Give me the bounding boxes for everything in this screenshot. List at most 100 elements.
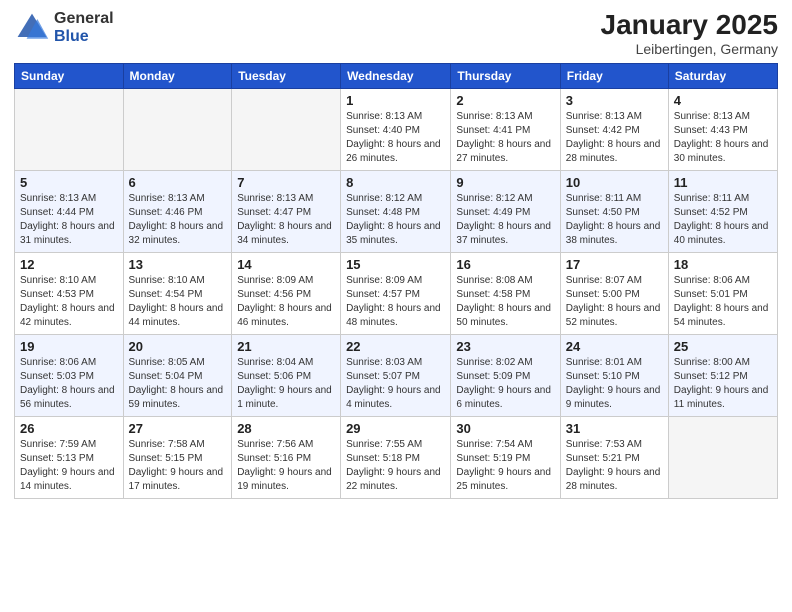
day-number: 13 bbox=[129, 257, 227, 272]
week-row-3: 12 Sunrise: 8:10 AM Sunset: 4:53 PM Dayli… bbox=[15, 252, 778, 334]
day-info: Sunrise: 8:11 AM Sunset: 4:52 PM Dayligh… bbox=[674, 192, 772, 248]
day-info: Sunrise: 8:01 AM Sunset: 5:10 PM Dayligh… bbox=[566, 356, 663, 412]
day-info: Sunrise: 8:09 AM Sunset: 4:56 PM Dayligh… bbox=[237, 274, 335, 330]
day-info: Sunrise: 7:54 AM Sunset: 5:19 PM Dayligh… bbox=[456, 438, 554, 494]
calendar: SundayMondayTuesdayWednesdayThursdayFrid… bbox=[14, 63, 778, 499]
day-info: Sunrise: 8:10 AM Sunset: 4:53 PM Dayligh… bbox=[20, 274, 118, 330]
calendar-cell: 15Sunrise: 8:09 AM Sunset: 4:57 PM Dayli… bbox=[341, 252, 451, 334]
calendar-cell: 25 Sunrise: 8:00 AM Sunset: 5:12 PM Dayli… bbox=[668, 334, 777, 416]
calendar-cell: 11 Sunrise: 8:11 AM Sunset: 4:52 PM Dayli… bbox=[668, 170, 777, 252]
day-number: 10 bbox=[566, 175, 663, 190]
day-number: 22 bbox=[346, 339, 445, 354]
weekday-tuesday: Tuesday bbox=[232, 63, 341, 88]
day-number: 1 bbox=[346, 93, 445, 108]
day-number: 25 bbox=[674, 339, 772, 354]
day-number: 6 bbox=[129, 175, 227, 190]
day-number: 31 bbox=[566, 421, 663, 436]
calendar-cell bbox=[232, 88, 341, 170]
day-info: Sunrise: 8:07 AM Sunset: 5:00 PM Dayligh… bbox=[566, 274, 663, 330]
day-number: 23 bbox=[456, 339, 554, 354]
day-info: Sunrise: 8:13 AM Sunset: 4:41 PM Dayligh… bbox=[456, 110, 554, 166]
weekday-monday: Monday bbox=[123, 63, 232, 88]
calendar-cell: 2 Sunrise: 8:13 AM Sunset: 4:41 PM Daylig… bbox=[451, 88, 560, 170]
day-info: Sunrise: 8:05 AM Sunset: 5:04 PM Dayligh… bbox=[129, 356, 227, 412]
day-number: 19 bbox=[20, 339, 118, 354]
day-info: Sunrise: 7:56 AM Sunset: 5:16 PM Dayligh… bbox=[237, 438, 335, 494]
calendar-cell: 22Sunrise: 8:03 AM Sunset: 5:07 PM Dayli… bbox=[341, 334, 451, 416]
month-title: January 2025 bbox=[601, 10, 778, 41]
day-info: Sunrise: 8:06 AM Sunset: 5:01 PM Dayligh… bbox=[674, 274, 772, 330]
day-info: Sunrise: 8:12 AM Sunset: 4:49 PM Dayligh… bbox=[456, 192, 554, 248]
weekday-thursday: Thursday bbox=[451, 63, 560, 88]
calendar-cell: 20 Sunrise: 8:05 AM Sunset: 5:04 PM Dayli… bbox=[123, 334, 232, 416]
day-info: Sunrise: 8:00 AM Sunset: 5:12 PM Dayligh… bbox=[674, 356, 772, 412]
calendar-cell: 26Sunrise: 7:59 AM Sunset: 5:13 PM Dayli… bbox=[15, 416, 124, 498]
logo-text: General Blue bbox=[54, 10, 114, 45]
day-number: 28 bbox=[237, 421, 335, 436]
day-number: 4 bbox=[674, 93, 772, 108]
day-number: 18 bbox=[674, 257, 772, 272]
location-title: Leibertingen, Germany bbox=[601, 41, 778, 57]
logo-general: General bbox=[54, 10, 114, 28]
day-number: 16 bbox=[456, 257, 554, 272]
day-number: 20 bbox=[129, 339, 227, 354]
calendar-cell: 23 Sunrise: 8:02 AM Sunset: 5:09 PM Dayli… bbox=[451, 334, 560, 416]
calendar-cell: 8 Sunrise: 8:12 AM Sunset: 4:48 PM Daylig… bbox=[341, 170, 451, 252]
day-number: 7 bbox=[237, 175, 335, 190]
header: General Blue January 2025 Leibertingen, … bbox=[14, 10, 778, 57]
week-row-5: 26Sunrise: 7:59 AM Sunset: 5:13 PM Dayli… bbox=[15, 416, 778, 498]
logo: General Blue bbox=[14, 10, 114, 46]
calendar-cell: 30 Sunrise: 7:54 AM Sunset: 5:19 PM Dayli… bbox=[451, 416, 560, 498]
day-number: 14 bbox=[237, 257, 335, 272]
weekday-wednesday: Wednesday bbox=[341, 63, 451, 88]
day-info: Sunrise: 8:12 AM Sunset: 4:48 PM Dayligh… bbox=[346, 192, 445, 248]
day-info: Sunrise: 8:13 AM Sunset: 4:46 PM Dayligh… bbox=[129, 192, 227, 248]
calendar-cell bbox=[668, 416, 777, 498]
day-number: 21 bbox=[237, 339, 335, 354]
title-block: January 2025 Leibertingen, Germany bbox=[601, 10, 778, 57]
calendar-cell: 18 Sunrise: 8:06 AM Sunset: 5:01 PM Dayli… bbox=[668, 252, 777, 334]
day-info: Sunrise: 8:11 AM Sunset: 4:50 PM Dayligh… bbox=[566, 192, 663, 248]
weekday-friday: Friday bbox=[560, 63, 668, 88]
calendar-cell bbox=[15, 88, 124, 170]
calendar-cell bbox=[123, 88, 232, 170]
calendar-cell: 17 Sunrise: 8:07 AM Sunset: 5:00 PM Dayli… bbox=[560, 252, 668, 334]
calendar-cell: 19 Sunrise: 8:06 AM Sunset: 5:03 PM Dayli… bbox=[15, 334, 124, 416]
day-info: Sunrise: 8:13 AM Sunset: 4:44 PM Dayligh… bbox=[20, 192, 118, 248]
day-number: 27 bbox=[129, 421, 227, 436]
day-number: 30 bbox=[456, 421, 554, 436]
day-number: 2 bbox=[456, 93, 554, 108]
day-info: Sunrise: 7:55 AM Sunset: 5:18 PM Dayligh… bbox=[346, 438, 445, 494]
calendar-cell: 21 Sunrise: 8:04 AM Sunset: 5:06 PM Dayli… bbox=[232, 334, 341, 416]
calendar-cell: 14 Sunrise: 8:09 AM Sunset: 4:56 PM Dayli… bbox=[232, 252, 341, 334]
calendar-cell: 9 Sunrise: 8:12 AM Sunset: 4:49 PM Daylig… bbox=[451, 170, 560, 252]
day-number: 17 bbox=[566, 257, 663, 272]
day-number: 12 bbox=[20, 257, 118, 272]
weekday-sunday: Sunday bbox=[15, 63, 124, 88]
day-number: 29 bbox=[346, 421, 445, 436]
weekday-saturday: Saturday bbox=[668, 63, 777, 88]
week-row-1: 1 Sunrise: 8:13 AM Sunset: 4:40 PM Daylig… bbox=[15, 88, 778, 170]
day-info: Sunrise: 8:06 AM Sunset: 5:03 PM Dayligh… bbox=[20, 356, 118, 412]
calendar-cell: 5Sunrise: 8:13 AM Sunset: 4:44 PM Daylig… bbox=[15, 170, 124, 252]
day-info: Sunrise: 7:58 AM Sunset: 5:15 PM Dayligh… bbox=[129, 438, 227, 494]
calendar-cell: 31 Sunrise: 7:53 AM Sunset: 5:21 PM Dayli… bbox=[560, 416, 668, 498]
day-number: 11 bbox=[674, 175, 772, 190]
day-info: Sunrise: 8:08 AM Sunset: 4:58 PM Dayligh… bbox=[456, 274, 554, 330]
week-row-2: 5Sunrise: 8:13 AM Sunset: 4:44 PM Daylig… bbox=[15, 170, 778, 252]
day-number: 9 bbox=[456, 175, 554, 190]
day-info: Sunrise: 8:13 AM Sunset: 4:40 PM Dayligh… bbox=[346, 110, 445, 166]
day-number: 24 bbox=[566, 339, 663, 354]
calendar-cell: 7Sunrise: 8:13 AM Sunset: 4:47 PM Daylig… bbox=[232, 170, 341, 252]
calendar-cell: 1 Sunrise: 8:13 AM Sunset: 4:40 PM Daylig… bbox=[341, 88, 451, 170]
day-info: Sunrise: 8:04 AM Sunset: 5:06 PM Dayligh… bbox=[237, 356, 335, 412]
day-info: Sunrise: 7:53 AM Sunset: 5:21 PM Dayligh… bbox=[566, 438, 663, 494]
day-info: Sunrise: 8:02 AM Sunset: 5:09 PM Dayligh… bbox=[456, 356, 554, 412]
day-number: 8 bbox=[346, 175, 445, 190]
day-info: Sunrise: 8:13 AM Sunset: 4:43 PM Dayligh… bbox=[674, 110, 772, 166]
calendar-cell: 16 Sunrise: 8:08 AM Sunset: 4:58 PM Dayli… bbox=[451, 252, 560, 334]
calendar-cell: 13Sunrise: 8:10 AM Sunset: 4:54 PM Dayli… bbox=[123, 252, 232, 334]
calendar-cell: 6 Sunrise: 8:13 AM Sunset: 4:46 PM Daylig… bbox=[123, 170, 232, 252]
weekday-header-row: SundayMondayTuesdayWednesdayThursdayFrid… bbox=[15, 63, 778, 88]
day-info: Sunrise: 8:09 AM Sunset: 4:57 PM Dayligh… bbox=[346, 274, 445, 330]
